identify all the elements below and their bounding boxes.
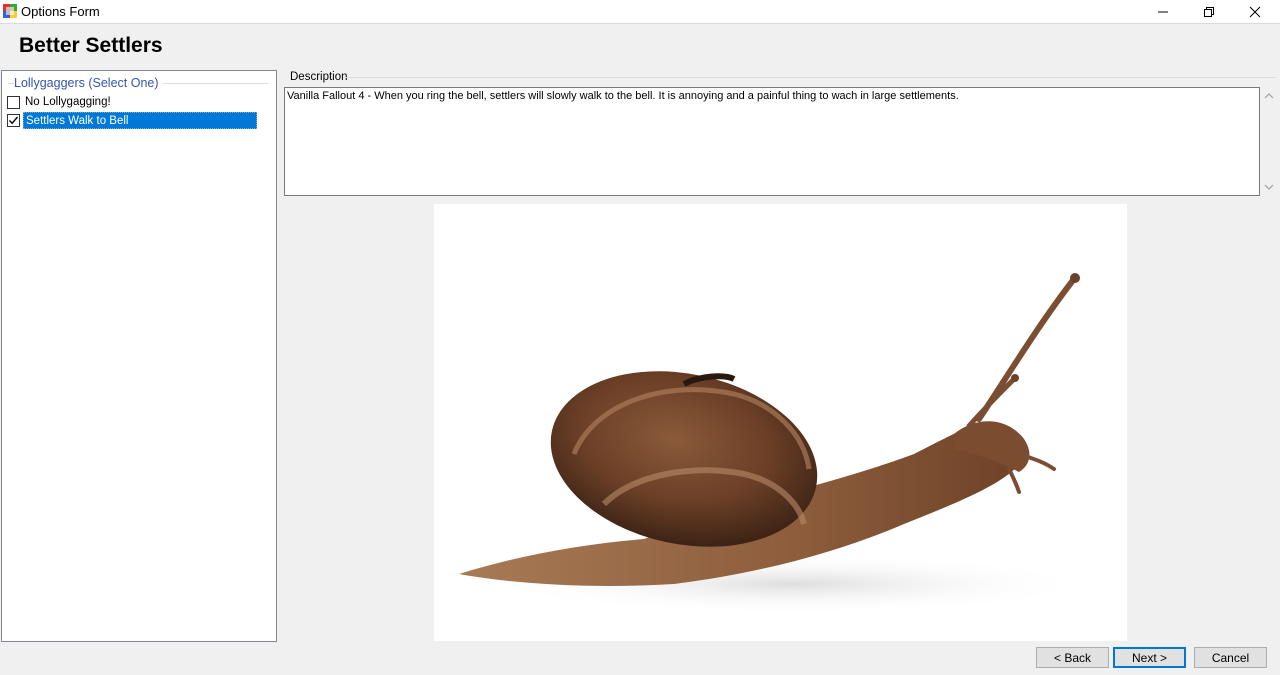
- back-button[interactable]: < Back: [1036, 647, 1109, 668]
- option-label: No Lollygagging!: [25, 96, 111, 108]
- checkbox-unchecked[interactable]: [7, 96, 20, 109]
- snail-image: [459, 273, 1094, 614]
- close-button[interactable]: [1232, 0, 1278, 24]
- preview-image: [434, 204, 1127, 641]
- options-group: Lollygaggers (Select One) No Lollygaggin…: [1, 70, 277, 642]
- app-icon: [3, 4, 17, 18]
- description-divider: [343, 77, 1276, 78]
- chevron-down-icon: [1264, 184, 1274, 190]
- checkmark-icon: [9, 116, 19, 125]
- description-label: Description: [290, 71, 348, 83]
- scroll-down-button[interactable]: [1263, 181, 1275, 193]
- next-button[interactable]: Next >: [1113, 647, 1186, 668]
- page-title: Better Settlers: [19, 34, 163, 57]
- description-text: Vanilla Fallout 4 - When you ring the be…: [287, 90, 959, 102]
- option-no-lollygagging[interactable]: No Lollygagging!: [7, 94, 257, 111]
- minimize-button[interactable]: [1140, 0, 1186, 24]
- window-title: Options Form: [21, 4, 100, 19]
- option-label: Settlers Walk to Bell: [23, 112, 257, 129]
- title-bar: Options Form: [0, 0, 1280, 24]
- group-title: Lollygaggers (Select One): [14, 76, 163, 90]
- description-textbox[interactable]: Vanilla Fallout 4 - When you ring the be…: [284, 87, 1260, 196]
- option-settlers-walk-to-bell[interactable]: Settlers Walk to Bell: [7, 112, 257, 129]
- restore-button[interactable]: [1186, 0, 1232, 24]
- close-icon: [1249, 6, 1261, 18]
- minimize-icon: [1158, 11, 1168, 13]
- chevron-up-icon: [1264, 93, 1274, 99]
- checkbox-checked[interactable]: [7, 114, 20, 127]
- cancel-button[interactable]: Cancel: [1194, 647, 1267, 668]
- scroll-up-button[interactable]: [1263, 90, 1275, 102]
- restore-icon: [1204, 7, 1214, 17]
